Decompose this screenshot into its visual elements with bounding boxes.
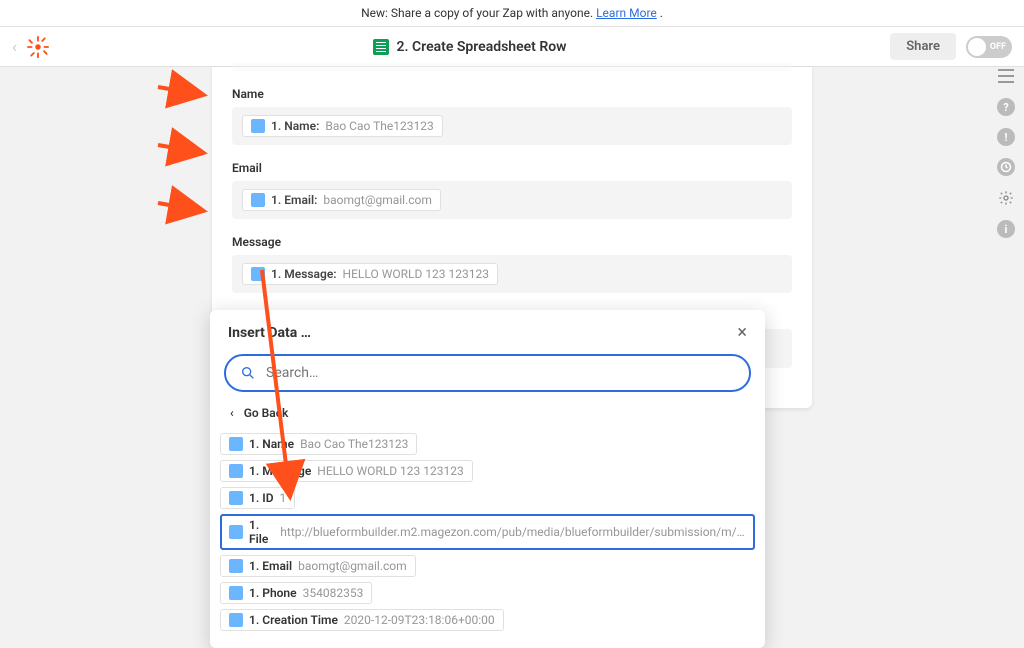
right-rail: ? ! i [988, 60, 1024, 238]
data-item-key: 1. ID [249, 491, 274, 505]
form-source-icon [229, 586, 243, 600]
token-name[interactable]: 1. Name: Bao Cao The123123 [242, 115, 443, 137]
google-sheets-icon [373, 39, 389, 55]
announcement-text: New: Share a copy of your Zap with anyon… [361, 6, 596, 20]
popup-searchbox[interactable] [224, 354, 751, 392]
help-icon[interactable]: ? [997, 98, 1015, 116]
data-item-key: 1. Email [249, 559, 292, 573]
popup-title: Insert Data … [228, 325, 311, 341]
search-icon [240, 365, 256, 381]
step-title-container: 2. Create Spreadsheet Row [373, 39, 567, 55]
form-source-icon [229, 613, 243, 627]
data-item-value: HELLO WORLD 123 123123 [317, 464, 463, 478]
data-item[interactable]: 1. Email baomgt@gmail.com [220, 555, 755, 577]
data-item[interactable]: 1. ID 1 [220, 487, 755, 509]
popup-data-list: 1. Name Bao Cao The123123 1. Message HELL… [210, 424, 765, 631]
step-title: 2. Create Spreadsheet Row [397, 39, 567, 55]
data-item-key: 1. Creation Time [249, 613, 338, 627]
publish-toggle[interactable]: OFF [966, 36, 1012, 58]
form-source-icon [229, 559, 243, 573]
data-item-value: 354082353 [303, 586, 364, 600]
form-source-icon [229, 525, 243, 539]
announcement-bar: New: Share a copy of your Zap with anyon… [0, 0, 1024, 27]
menu-icon[interactable] [996, 66, 1016, 86]
announcement-link[interactable]: Learn More [596, 6, 657, 20]
data-item-value: baomgt@gmail.com [298, 559, 407, 573]
form-source-icon [251, 193, 265, 207]
field-label-name: Name [232, 87, 792, 101]
data-item-value: 2020-12-09T23:18:06+00:00 [344, 613, 495, 627]
field-input-name[interactable]: 1. Name: Bao Cao The123123 [232, 107, 792, 145]
data-item-value: Bao Cao The123123 [300, 437, 408, 451]
info-icon[interactable]: i [997, 220, 1015, 238]
alert-icon[interactable]: ! [997, 128, 1015, 146]
back-chevron-icon[interactable]: ‹ [12, 37, 17, 56]
data-item-value: 1 [280, 491, 287, 505]
token-email[interactable]: 1. Email: baomgt@gmail.com [242, 189, 441, 211]
field-email: Email 1. Email: baomgt@gmail.com [232, 161, 792, 219]
share-button[interactable]: Share [890, 33, 956, 60]
form-source-icon [229, 491, 243, 505]
field-name: Name 1. Name: Bao Cao The123123 [232, 87, 792, 145]
data-item-key: 1. File [249, 518, 274, 546]
form-source-icon [251, 267, 265, 281]
go-back-button[interactable]: ‹ Go Back [210, 392, 765, 424]
data-item-key: 1. Message [249, 464, 311, 478]
form-source-icon [229, 464, 243, 478]
data-item[interactable]: 1. Creation Time 2020-12-09T23:18:06+00:… [220, 609, 755, 631]
data-item-value: http://blueformbuilder.m2.magezon.com/pu… [280, 525, 746, 539]
data-item[interactable]: 1. Phone 354082353 [220, 582, 755, 604]
history-icon[interactable] [997, 158, 1015, 176]
insert-data-popup: Insert Data … × ‹ Go Back 1. Name Bao Ca… [210, 310, 765, 648]
top-bar: ‹ 2. Create Spreadsheet Row Share OFF [0, 27, 1024, 67]
field-message: Message 1. Message: HELLO WORLD 123 1231… [232, 235, 792, 293]
form-source-icon [229, 437, 243, 451]
field-label-email: Email [232, 161, 792, 175]
data-item[interactable]: 1. Name Bao Cao The123123 [220, 433, 755, 455]
zapier-logo-icon[interactable] [27, 36, 49, 58]
settings-icon[interactable] [996, 188, 1016, 208]
form-source-icon [251, 119, 265, 133]
close-icon[interactable]: × [737, 324, 747, 342]
data-item[interactable]: 1. File http://blueformbuilder.m2.magezo… [220, 514, 755, 550]
data-item[interactable]: 1. Message HELLO WORLD 123 123123 [220, 460, 755, 482]
chevron-left-icon: ‹ [230, 406, 234, 420]
field-label-message: Message [232, 235, 792, 249]
previous-field-edge [232, 63, 792, 71]
data-item-key: 1. Name [249, 437, 294, 451]
token-message[interactable]: 1. Message: HELLO WORLD 123 123123 [242, 263, 498, 285]
field-input-message[interactable]: 1. Message: HELLO WORLD 123 123123 [232, 255, 792, 293]
data-item-key: 1. Phone [249, 586, 297, 600]
search-input[interactable] [264, 364, 735, 382]
field-input-email[interactable]: 1. Email: baomgt@gmail.com [232, 181, 792, 219]
